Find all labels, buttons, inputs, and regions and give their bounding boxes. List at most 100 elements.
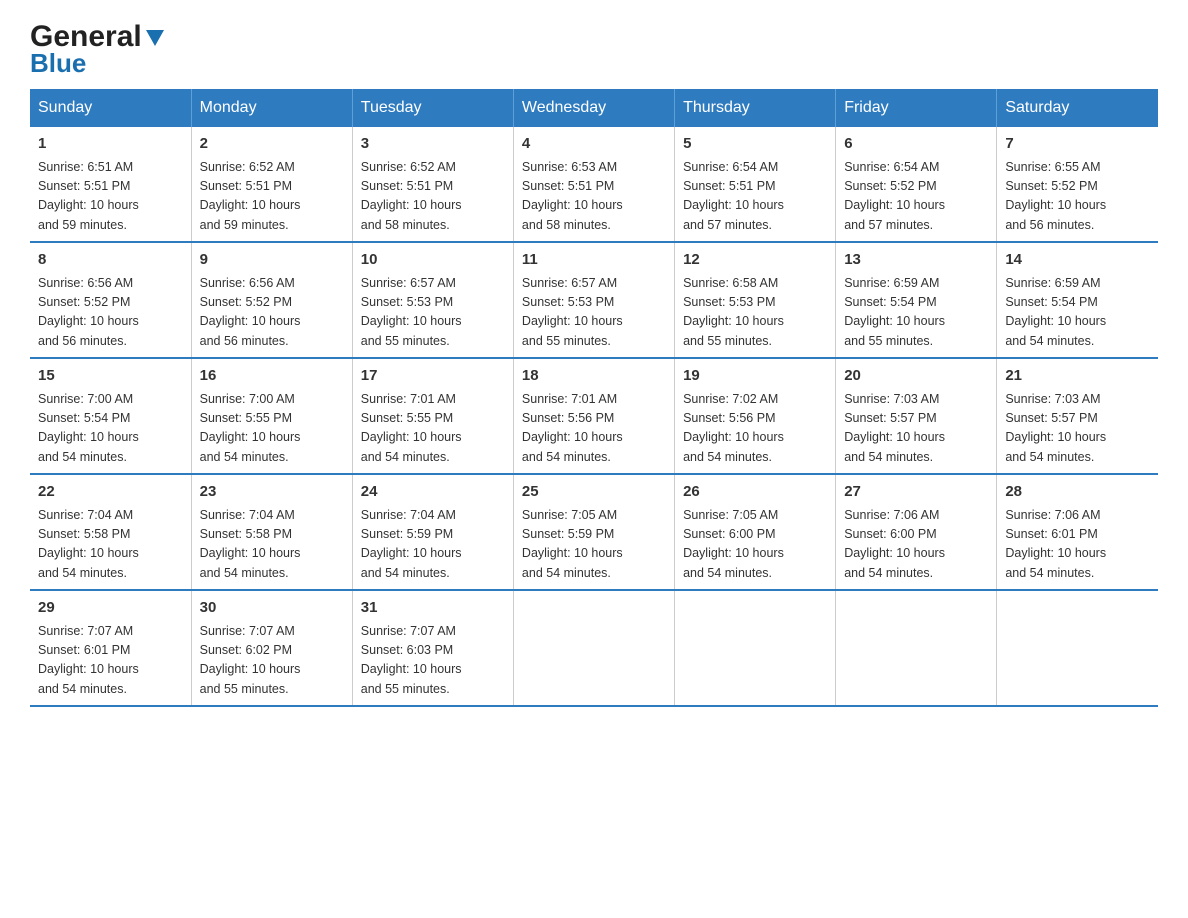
header-row: SundayMondayTuesdayWednesdayThursdayFrid… [30,89,1158,127]
day-number: 23 [200,481,344,504]
day-cell: 4 Sunrise: 6:53 AM Sunset: 5:51 PM Dayli… [513,127,674,242]
day-info: Sunrise: 6:54 AM Sunset: 5:51 PM Dayligh… [683,158,827,236]
calendar-table: SundayMondayTuesdayWednesdayThursdayFrid… [30,89,1158,707]
week-row-2: 8 Sunrise: 6:56 AM Sunset: 5:52 PM Dayli… [30,242,1158,358]
day-number: 4 [522,133,666,156]
day-info: Sunrise: 7:00 AM Sunset: 5:54 PM Dayligh… [38,390,183,468]
day-number: 14 [1005,249,1150,272]
week-row-3: 15 Sunrise: 7:00 AM Sunset: 5:54 PM Dayl… [30,358,1158,474]
day-info: Sunrise: 7:04 AM Sunset: 5:59 PM Dayligh… [361,506,505,584]
day-cell: 10 Sunrise: 6:57 AM Sunset: 5:53 PM Dayl… [352,242,513,358]
day-cell: 19 Sunrise: 7:02 AM Sunset: 5:56 PM Dayl… [675,358,836,474]
day-number: 20 [844,365,988,388]
day-info: Sunrise: 7:02 AM Sunset: 5:56 PM Dayligh… [683,390,827,468]
header-thursday: Thursday [675,89,836,127]
header: General Blue [30,20,1158,79]
day-cell: 28 Sunrise: 7:06 AM Sunset: 6:01 PM Dayl… [997,474,1158,590]
day-cell: 16 Sunrise: 7:00 AM Sunset: 5:55 PM Dayl… [191,358,352,474]
day-cell: 18 Sunrise: 7:01 AM Sunset: 5:56 PM Dayl… [513,358,674,474]
day-number: 10 [361,249,505,272]
day-info: Sunrise: 6:52 AM Sunset: 5:51 PM Dayligh… [361,158,505,236]
day-number: 13 [844,249,988,272]
day-number: 25 [522,481,666,504]
day-number: 16 [200,365,344,388]
day-cell [997,590,1158,706]
page: General Blue SundayMondayTuesdayWednesda… [0,0,1188,727]
day-cell: 31 Sunrise: 7:07 AM Sunset: 6:03 PM Dayl… [352,590,513,706]
day-cell: 23 Sunrise: 7:04 AM Sunset: 5:58 PM Dayl… [191,474,352,590]
day-number: 15 [38,365,183,388]
day-info: Sunrise: 7:01 AM Sunset: 5:56 PM Dayligh… [522,390,666,468]
day-cell: 24 Sunrise: 7:04 AM Sunset: 5:59 PM Dayl… [352,474,513,590]
day-cell: 8 Sunrise: 6:56 AM Sunset: 5:52 PM Dayli… [30,242,191,358]
day-number: 1 [38,133,183,156]
day-info: Sunrise: 6:57 AM Sunset: 5:53 PM Dayligh… [361,274,505,352]
day-info: Sunrise: 7:07 AM Sunset: 6:01 PM Dayligh… [38,622,183,700]
day-number: 6 [844,133,988,156]
day-cell [513,590,674,706]
day-info: Sunrise: 7:06 AM Sunset: 6:00 PM Dayligh… [844,506,988,584]
day-info: Sunrise: 7:05 AM Sunset: 6:00 PM Dayligh… [683,506,827,584]
day-info: Sunrise: 6:54 AM Sunset: 5:52 PM Dayligh… [844,158,988,236]
day-info: Sunrise: 7:06 AM Sunset: 6:01 PM Dayligh… [1005,506,1150,584]
header-tuesday: Tuesday [352,89,513,127]
day-cell: 27 Sunrise: 7:06 AM Sunset: 6:00 PM Dayl… [836,474,997,590]
day-info: Sunrise: 7:03 AM Sunset: 5:57 PM Dayligh… [1005,390,1150,468]
header-friday: Friday [836,89,997,127]
day-number: 2 [200,133,344,156]
day-info: Sunrise: 7:07 AM Sunset: 6:02 PM Dayligh… [200,622,344,700]
day-cell: 26 Sunrise: 7:05 AM Sunset: 6:00 PM Dayl… [675,474,836,590]
day-info: Sunrise: 7:03 AM Sunset: 5:57 PM Dayligh… [844,390,988,468]
day-number: 21 [1005,365,1150,388]
day-info: Sunrise: 6:59 AM Sunset: 5:54 PM Dayligh… [1005,274,1150,352]
day-info: Sunrise: 6:56 AM Sunset: 5:52 PM Dayligh… [38,274,183,352]
day-number: 9 [200,249,344,272]
day-info: Sunrise: 6:52 AM Sunset: 5:51 PM Dayligh… [200,158,344,236]
day-info: Sunrise: 7:07 AM Sunset: 6:03 PM Dayligh… [361,622,505,700]
day-number: 12 [683,249,827,272]
header-wednesday: Wednesday [513,89,674,127]
logo-blue: Blue [30,48,86,79]
day-cell: 21 Sunrise: 7:03 AM Sunset: 5:57 PM Dayl… [997,358,1158,474]
day-number: 5 [683,133,827,156]
day-number: 3 [361,133,505,156]
day-info: Sunrise: 6:56 AM Sunset: 5:52 PM Dayligh… [200,274,344,352]
day-cell: 2 Sunrise: 6:52 AM Sunset: 5:51 PM Dayli… [191,127,352,242]
day-info: Sunrise: 7:00 AM Sunset: 5:55 PM Dayligh… [200,390,344,468]
day-number: 31 [361,597,505,620]
day-number: 22 [38,481,183,504]
logo: General Blue [30,20,166,79]
day-cell: 30 Sunrise: 7:07 AM Sunset: 6:02 PM Dayl… [191,590,352,706]
day-number: 18 [522,365,666,388]
logo-triangle-icon [144,26,166,48]
day-cell: 15 Sunrise: 7:00 AM Sunset: 5:54 PM Dayl… [30,358,191,474]
day-info: Sunrise: 6:51 AM Sunset: 5:51 PM Dayligh… [38,158,183,236]
week-row-4: 22 Sunrise: 7:04 AM Sunset: 5:58 PM Dayl… [30,474,1158,590]
day-cell: 12 Sunrise: 6:58 AM Sunset: 5:53 PM Dayl… [675,242,836,358]
day-info: Sunrise: 7:04 AM Sunset: 5:58 PM Dayligh… [38,506,183,584]
week-row-1: 1 Sunrise: 6:51 AM Sunset: 5:51 PM Dayli… [30,127,1158,242]
day-cell [836,590,997,706]
day-info: Sunrise: 7:05 AM Sunset: 5:59 PM Dayligh… [522,506,666,584]
day-cell: 14 Sunrise: 6:59 AM Sunset: 5:54 PM Dayl… [997,242,1158,358]
day-cell: 5 Sunrise: 6:54 AM Sunset: 5:51 PM Dayli… [675,127,836,242]
day-info: Sunrise: 6:58 AM Sunset: 5:53 PM Dayligh… [683,274,827,352]
day-number: 11 [522,249,666,272]
day-number: 8 [38,249,183,272]
day-number: 24 [361,481,505,504]
day-cell: 9 Sunrise: 6:56 AM Sunset: 5:52 PM Dayli… [191,242,352,358]
header-sunday: Sunday [30,89,191,127]
day-cell: 13 Sunrise: 6:59 AM Sunset: 5:54 PM Dayl… [836,242,997,358]
day-number: 7 [1005,133,1150,156]
header-saturday: Saturday [997,89,1158,127]
day-info: Sunrise: 7:01 AM Sunset: 5:55 PM Dayligh… [361,390,505,468]
day-number: 27 [844,481,988,504]
day-info: Sunrise: 6:55 AM Sunset: 5:52 PM Dayligh… [1005,158,1150,236]
day-number: 17 [361,365,505,388]
day-cell: 6 Sunrise: 6:54 AM Sunset: 5:52 PM Dayli… [836,127,997,242]
day-info: Sunrise: 6:53 AM Sunset: 5:51 PM Dayligh… [522,158,666,236]
day-cell: 11 Sunrise: 6:57 AM Sunset: 5:53 PM Dayl… [513,242,674,358]
day-cell: 25 Sunrise: 7:05 AM Sunset: 5:59 PM Dayl… [513,474,674,590]
day-cell: 1 Sunrise: 6:51 AM Sunset: 5:51 PM Dayli… [30,127,191,242]
header-monday: Monday [191,89,352,127]
